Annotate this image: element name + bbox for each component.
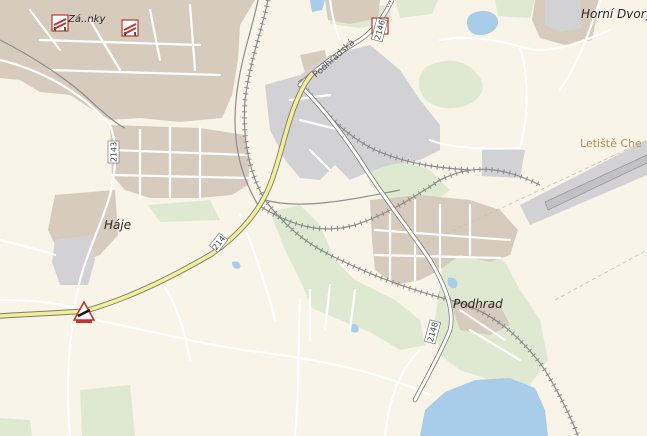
svg-text:2143: 2143 <box>110 142 119 162</box>
airport-label[interactable]: Letiště Che <box>580 137 642 150</box>
place-label-podhrad[interactable]: Podhrad <box>453 297 503 311</box>
map-canvas[interactable]: 214 2143 2148 2146 Podhradská ...iční Ho… <box>0 0 647 436</box>
road-closure-icon[interactable] <box>121 19 139 37</box>
map-view[interactable]: 214 2143 2148 2146 Podhradská ...iční Ho… <box>0 0 647 436</box>
road-closure-icon[interactable] <box>51 14 69 32</box>
place-label-zahraniky[interactable]: Zá..nky <box>67 13 106 25</box>
place-label-horni-dvory[interactable]: Horní Dvory <box>581 7 647 21</box>
place-label-haje[interactable]: Háje <box>104 218 131 232</box>
road-number-2143: 2143 <box>107 140 120 164</box>
